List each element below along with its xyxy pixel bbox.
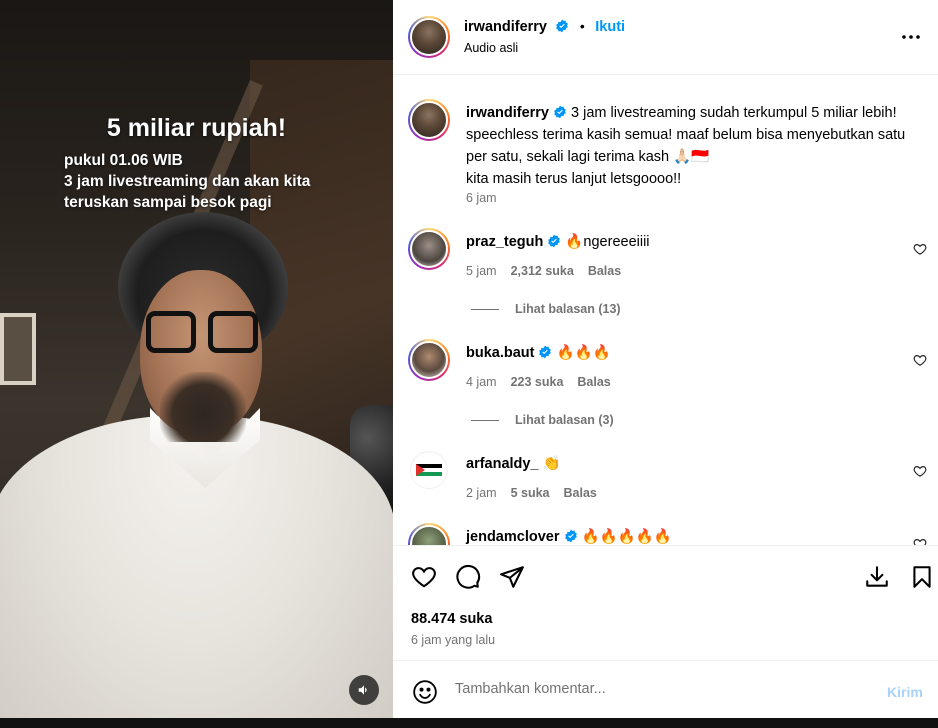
avatar[interactable] [408, 339, 450, 381]
comment-username[interactable]: arfanaldy_ [466, 456, 539, 472]
emoji-icon[interactable] [412, 679, 438, 705]
sound-toggle-button[interactable] [349, 675, 379, 705]
verified-badge-icon [548, 234, 561, 248]
caption-text-line: kita masih terus lanjut letsgoooo!! [466, 171, 682, 187]
avatar[interactable] [408, 228, 450, 270]
video-player[interactable]: 5 miliar rupiah! pukul 01.06 WIB 3 jam l… [0, 0, 393, 728]
comment-username[interactable]: jendamclover [466, 529, 560, 545]
caption-text-line: per satu, sekali lagi terima kash 🙏🏻🇮🇩 [466, 149, 710, 165]
post-header: irwandiferry • Ikuti Audio asli [393, 0, 938, 75]
comment-likes[interactable]: 5 suka [511, 486, 550, 500]
person-beard [160, 372, 246, 442]
audio-label[interactable]: Audio asli [464, 41, 518, 55]
verified-badge-icon [564, 529, 577, 543]
comment-text: 🔥🔥🔥 [556, 345, 611, 361]
comment-text: 👏 [542, 456, 561, 472]
video-caption-line: teruskan sampai besok pagi [64, 194, 272, 211]
flag-avatar-icon [416, 464, 442, 476]
caption-username[interactable]: irwandiferry [466, 105, 549, 121]
bottom-strip [0, 718, 938, 728]
comment-like-heart-icon[interactable] [913, 537, 927, 545]
post-comment-button[interactable]: Kirim [887, 684, 923, 700]
post-caption: irwandiferry 3 jam livestreaming sudah t… [466, 102, 905, 190]
header-username[interactable]: irwandiferry [464, 19, 547, 35]
caption-time: 6 jam [466, 191, 497, 205]
verified-badge-icon [556, 19, 569, 33]
view-replies-button[interactable]: Lihat balasan (13) [471, 302, 621, 316]
wall-picture-frame [0, 313, 36, 385]
comment-text: 🔥ngereeeiiii [565, 234, 650, 250]
caption-text-line: speechless terima kasih semua! maaf belu… [466, 127, 906, 143]
comment-like-heart-icon[interactable] [913, 464, 927, 478]
likes-count[interactable]: 88.474 suka [411, 611, 492, 627]
comment-like-heart-icon[interactable] [913, 353, 927, 367]
reply-button[interactable]: Balas [564, 486, 597, 500]
comment-text: 🔥🔥🔥🔥🔥 [581, 529, 672, 545]
comment-likes[interactable]: 2,312 suka [511, 264, 574, 278]
post-details-panel: irwandiferry • Ikuti Audio asli irwandif… [393, 0, 938, 728]
reply-button[interactable]: Balas [577, 375, 610, 389]
comment-username[interactable]: praz_teguh [466, 234, 543, 250]
avatar[interactable] [408, 16, 450, 58]
separator-dot: • [579, 18, 585, 34]
comment-like-heart-icon[interactable] [913, 242, 927, 256]
share-icon[interactable] [499, 564, 525, 590]
view-replies-button[interactable]: Lihat balasan (3) [471, 413, 614, 427]
comment-icon[interactable] [455, 564, 481, 590]
verified-badge-icon [539, 345, 552, 359]
video-caption-line: pukul 01.06 WIB [64, 152, 183, 169]
heart-icon[interactable] [411, 564, 437, 590]
more-options-icon[interactable] [901, 30, 921, 44]
bookmark-icon[interactable] [909, 564, 935, 590]
caption-text-line: 3 jam livestreaming sudah terkumpul 5 mi… [571, 105, 897, 121]
verified-badge-icon [554, 105, 566, 119]
view-replies-label: Lihat balasan (3) [515, 413, 614, 427]
comment-time: 4 jam [466, 375, 497, 389]
save-download-icon[interactable] [864, 564, 890, 590]
comment-time: 2 jam [466, 486, 497, 500]
speaker-icon [358, 685, 367, 695]
follow-button[interactable]: Ikuti [595, 19, 625, 35]
video-caption-title: 5 miliar rupiah! [106, 114, 287, 142]
posted-time: 6 jam yang lalu [411, 633, 496, 647]
avatar[interactable] [410, 451, 448, 489]
person-glasses [146, 311, 262, 357]
comments-list[interactable]: irwandiferry 3 jam livestreaming sudah t… [393, 75, 938, 545]
comment-username[interactable]: buka.baut [466, 345, 534, 361]
video-caption-line: 3 jam livestreaming dan akan kita [64, 173, 311, 190]
comment-input[interactable] [455, 681, 855, 697]
avatar[interactable] [408, 523, 450, 545]
view-replies-label: Lihat balasan (13) [515, 302, 621, 316]
reply-button[interactable]: Balas [588, 264, 621, 278]
avatar[interactable] [408, 99, 450, 141]
comment-time: 5 jam [466, 264, 497, 278]
post-actions: 88.474 suka 6 jam yang lalu [393, 545, 938, 660]
comment-likes[interactable]: 223 suka [511, 375, 564, 389]
